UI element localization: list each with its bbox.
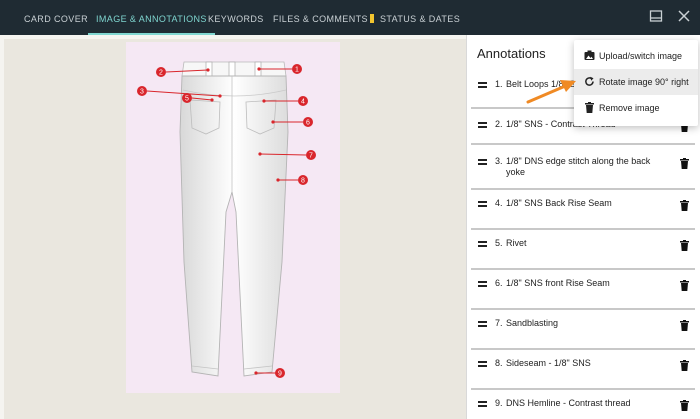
annotation-text: Rivet: [506, 238, 527, 248]
drag-handle-icon[interactable]: [478, 361, 487, 367]
svg-text:1: 1: [295, 67, 299, 74]
annotation-number: 7.: [495, 318, 503, 328]
annotation-marker-9[interactable]: 9: [275, 368, 285, 378]
tab-image-annotations[interactable]: IMAGE & ANNOTATIONS: [88, 0, 215, 35]
svg-text:3: 3: [140, 89, 144, 96]
trash-icon[interactable]: [680, 400, 689, 411]
jeans-illustration: 1 2 3 4 5 6 7 8 9: [137, 61, 316, 378]
annotation-text: Sideseam - 1/8" SNS: [506, 358, 591, 368]
drag-handle-icon[interactable]: [478, 122, 487, 128]
annotation-item[interactable]: 6. 1/8" SNS front Rise Seam: [471, 272, 695, 310]
notification-marker: [369, 14, 374, 23]
annotation-number: 6.: [495, 278, 503, 288]
annotation-item[interactable]: 7. Sandblasting: [471, 312, 695, 350]
annotation-marker-3[interactable]: 3: [137, 86, 147, 96]
trash-icon: [585, 102, 594, 113]
tab-label: KEYWORDS: [208, 14, 264, 24]
image-options-menu: Upload/switch image Rotate image 90° rig…: [574, 40, 698, 126]
pointer-arrow-icon: [526, 80, 576, 104]
annotation-marker-4[interactable]: 4: [298, 96, 308, 106]
trash-icon[interactable]: [680, 158, 689, 169]
trash-icon[interactable]: [680, 200, 689, 211]
trash-icon[interactable]: [680, 280, 689, 291]
trash-icon[interactable]: [680, 360, 689, 371]
annotation-number: 3.: [495, 156, 503, 166]
minimize-window-icon[interactable]: [649, 9, 663, 23]
annotation-marker-7[interactable]: 7: [306, 150, 316, 160]
drag-handle-icon[interactable]: [478, 82, 487, 88]
annotation-marker-1[interactable]: 1: [292, 64, 302, 74]
svg-text:5: 5: [185, 96, 189, 103]
tab-card-cover[interactable]: CARD COVER: [24, 0, 88, 35]
panel-title: Annotations: [477, 46, 546, 61]
drag-handle-icon[interactable]: [478, 401, 487, 407]
drag-handle-icon[interactable]: [478, 241, 487, 247]
close-icon[interactable]: [677, 9, 691, 23]
annotation-item[interactable]: 5. Rivet: [471, 232, 695, 270]
tab-label: CARD COVER: [24, 14, 89, 24]
annotation-text: 1/8" SNS Back Rise Seam: [506, 198, 612, 208]
tab-status-dates[interactable]: STATUS & DATES: [380, 0, 460, 35]
annotation-marker-5[interactable]: 5: [182, 93, 192, 103]
annotation-text: DNS Hemline - Contrast thread: [506, 398, 631, 408]
annotation-number: 8.: [495, 358, 503, 368]
top-bar: CARD COVER IMAGE & ANNOTATIONS KEYWORDS …: [0, 0, 700, 35]
tab-label: FILES & COMMENTS: [273, 14, 368, 24]
annotated-image[interactable]: 1 2 3 4 5 6 7 8 9: [126, 42, 340, 393]
menu-item-label: Remove image: [599, 103, 660, 113]
annotation-number: 5.: [495, 238, 503, 248]
menu-item-label: Upload/switch image: [599, 51, 683, 61]
trash-icon[interactable]: [680, 320, 689, 331]
annotation-marker-8[interactable]: 8: [298, 175, 308, 185]
trash-icon[interactable]: [680, 240, 689, 251]
drag-handle-icon[interactable]: [478, 321, 487, 327]
drag-handle-icon[interactable]: [478, 159, 487, 165]
annotation-item[interactable]: 4. 1/8" SNS Back Rise Seam: [471, 192, 695, 230]
menu-item-remove-image[interactable]: Remove image: [574, 95, 698, 121]
svg-text:8: 8: [301, 178, 305, 185]
annotation-number: 9.: [495, 398, 503, 408]
annotation-marker-6[interactable]: 6: [303, 117, 313, 127]
rotate-icon: [585, 76, 594, 86]
svg-text:2: 2: [159, 70, 163, 77]
annotation-number: 4.: [495, 198, 503, 208]
annotation-text: Sandblasting: [506, 318, 559, 328]
svg-text:9: 9: [278, 371, 282, 378]
annotation-marker-2[interactable]: 2: [156, 67, 166, 77]
annotation-number: 2.: [495, 119, 503, 129]
drag-handle-icon[interactable]: [478, 201, 487, 207]
tab-keywords[interactable]: KEYWORDS: [208, 0, 264, 35]
drag-handle-icon[interactable]: [478, 281, 487, 287]
tab-label: IMAGE & ANNOTATIONS: [96, 14, 207, 24]
tab-label: STATUS & DATES: [380, 14, 461, 24]
annotation-text: 1/8" SNS front Rise Seam: [506, 278, 610, 288]
svg-text:6: 6: [306, 120, 310, 127]
tab-files-comments[interactable]: FILES & COMMENTS: [273, 0, 374, 35]
svg-text:7: 7: [309, 153, 313, 160]
svg-text:4: 4: [301, 99, 305, 106]
annotation-item[interactable]: 9. DNS Hemline - Contrast thread: [471, 392, 695, 419]
menu-item-upload-switch-image[interactable]: Upload/switch image: [574, 43, 698, 69]
annotation-item[interactable]: 8. Sideseam - 1/8" SNS: [471, 352, 695, 390]
menu-item-rotate-image[interactable]: Rotate image 90° right: [574, 69, 698, 95]
menu-item-label: Rotate image 90° right: [599, 77, 689, 87]
annotation-item[interactable]: 3. 1/8" DNS edge stitch along the back y…: [471, 150, 695, 190]
annotation-text: 1/8" DNS edge stitch along the back yoke: [506, 156, 651, 177]
image-icon: [584, 50, 595, 60]
